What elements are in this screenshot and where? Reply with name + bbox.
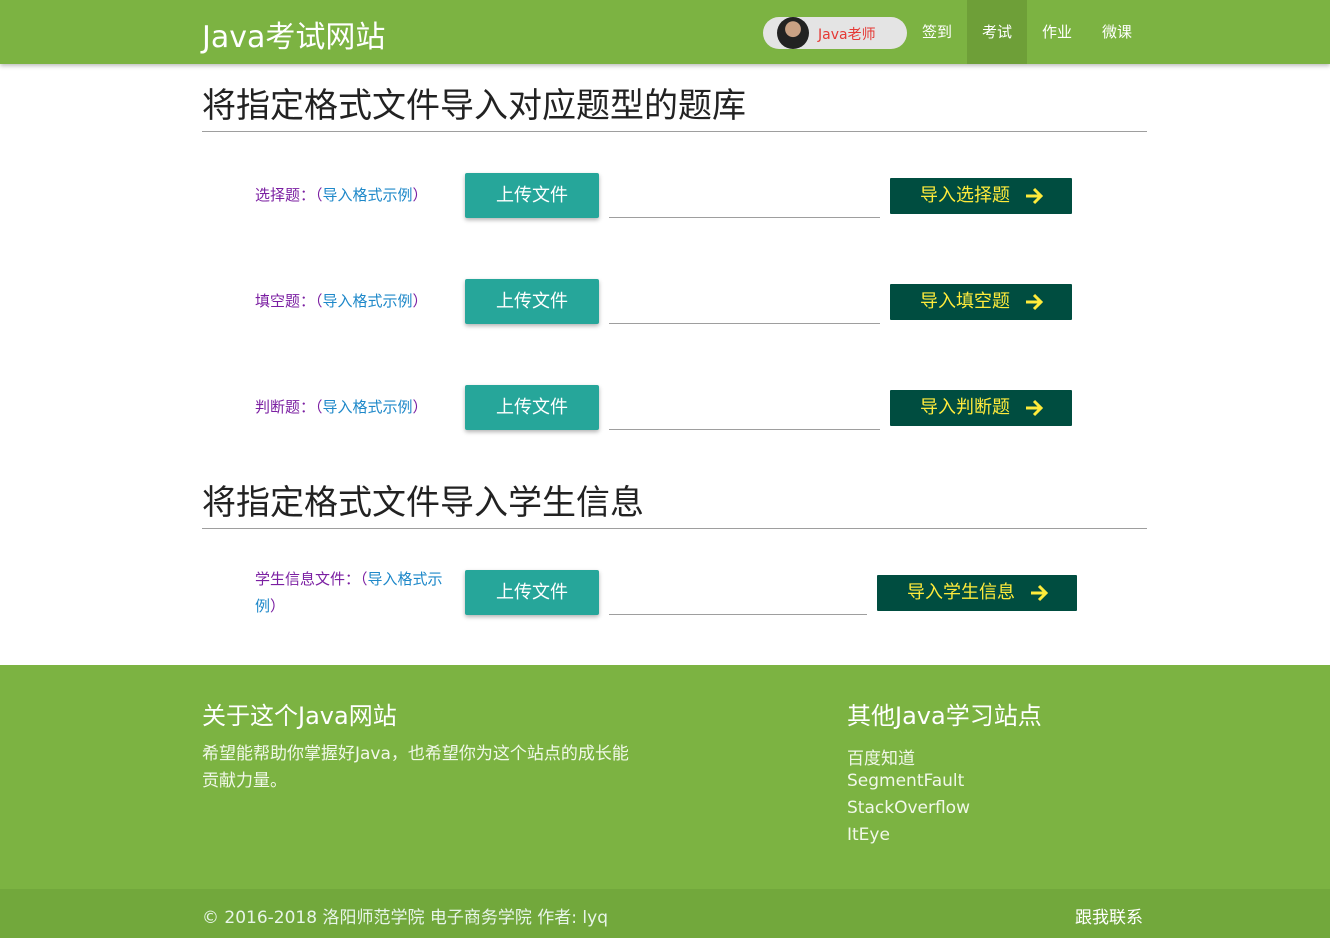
page-footer: 关于这个Java网站 希望能帮助你掌握好Java，也希望你为这个站点的成长能 贡… xyxy=(0,665,1330,889)
arrow-right-icon xyxy=(1026,187,1044,205)
arrow-right-icon xyxy=(1026,399,1044,417)
fill-blank-upload-button[interactable]: 上传文件 xyxy=(465,279,599,324)
true-false-file-path-input[interactable] xyxy=(609,385,880,430)
true-false-example-link[interactable]: 导入格式示例 xyxy=(323,398,413,416)
paren-open: （ xyxy=(315,398,323,416)
import-true-false-button[interactable]: 导入判断题 xyxy=(890,390,1072,426)
nav-item-homework[interactable]: 作业 xyxy=(1027,0,1087,64)
fill-blank-file-path-input[interactable] xyxy=(609,279,880,324)
student-row-label: 学生信息文件：（导入格式示例） xyxy=(255,566,455,620)
site-brand[interactable]: Java考试网站 xyxy=(202,12,385,56)
paren-close: ） xyxy=(412,186,428,204)
fill-blank-example-link[interactable]: 导入格式示例 xyxy=(323,292,413,310)
footer-about-line-1: 希望能帮助你掌握好Java，也希望你为这个站点的成长能 xyxy=(202,744,629,764)
top-navbar: Java考试网站 Java老师 签到 考试 作业 微课 xyxy=(0,0,1330,64)
paren-close: ） xyxy=(270,597,286,615)
import-choice-button[interactable]: 导入选择题 xyxy=(890,178,1072,214)
user-chip[interactable]: Java老师 xyxy=(763,17,907,49)
row-label-text: 学生信息文件： xyxy=(255,570,361,588)
choice-row-label: 选择题：（导入格式示例） xyxy=(255,182,455,209)
import-student-label: 导入学生信息 xyxy=(907,582,1015,603)
nav-item-exam[interactable]: 考试 xyxy=(967,0,1027,64)
paren-open: （ xyxy=(315,292,323,310)
import-true-false-label: 导入判断题 xyxy=(920,397,1010,418)
question-import-title: 将指定格式文件导入对应题型的题库 xyxy=(202,86,746,126)
footer-link-stackoverflow[interactable]: StackOverflow xyxy=(847,798,970,818)
import-fill-blank-button[interactable]: 导入填空题 xyxy=(890,284,1072,320)
footer-link-baidu[interactable]: 百度知道 xyxy=(847,744,915,769)
choice-example-link[interactable]: 导入格式示例 xyxy=(323,186,413,204)
student-import-title: 将指定格式文件导入学生信息 xyxy=(202,483,644,523)
import-fill-blank-label: 导入填空题 xyxy=(920,291,1010,312)
user-chip-label: Java老师 xyxy=(818,27,876,43)
section-divider xyxy=(202,528,1147,529)
paren-close: ） xyxy=(412,292,428,310)
paren-close: ） xyxy=(412,398,428,416)
nav-item-checkin[interactable]: 签到 xyxy=(907,0,967,64)
import-student-button[interactable]: 导入学生信息 xyxy=(877,575,1077,611)
choice-upload-button[interactable]: 上传文件 xyxy=(465,173,599,218)
import-choice-label: 导入选择题 xyxy=(920,185,1010,206)
row-label-text: 选择题： xyxy=(255,186,316,204)
student-upload-button[interactable]: 上传文件 xyxy=(465,570,599,615)
footer-about-title: 关于这个Java网站 xyxy=(202,702,397,730)
true-false-upload-button[interactable]: 上传文件 xyxy=(465,385,599,430)
teacher-avatar xyxy=(777,17,809,49)
fill-blank-row-label: 填空题：（导入格式示例） xyxy=(255,288,455,315)
choice-file-path-input[interactable] xyxy=(609,173,880,218)
footer-link-iteye[interactable]: ItEye xyxy=(847,825,890,845)
footer-about-line-2: 贡献力量。 xyxy=(202,771,287,791)
footer-links-title: 其他Java学习站点 xyxy=(847,702,1042,730)
footer-copyright-bar: © 2016-2018 洛阳师范学院 电子商务学院 作者: lyq 跟我联系 xyxy=(0,889,1330,938)
row-label-text: 填空题： xyxy=(255,292,316,310)
paren-open: （ xyxy=(360,570,368,588)
arrow-right-icon xyxy=(1031,584,1049,602)
footer-copyright: © 2016-2018 洛阳师范学院 电子商务学院 作者: lyq xyxy=(202,908,608,928)
arrow-right-icon xyxy=(1026,293,1044,311)
true-false-row-label: 判断题：（导入格式示例） xyxy=(255,394,455,421)
footer-link-segmentfault[interactable]: SegmentFault xyxy=(847,771,964,791)
section-divider xyxy=(202,131,1147,132)
row-label-text: 判断题： xyxy=(255,398,316,416)
nav-item-microcourse[interactable]: 微课 xyxy=(1087,0,1147,64)
paren-open: （ xyxy=(315,186,323,204)
footer-contact-link[interactable]: 跟我联系 xyxy=(1075,903,1143,928)
student-file-path-input[interactable] xyxy=(609,570,867,615)
